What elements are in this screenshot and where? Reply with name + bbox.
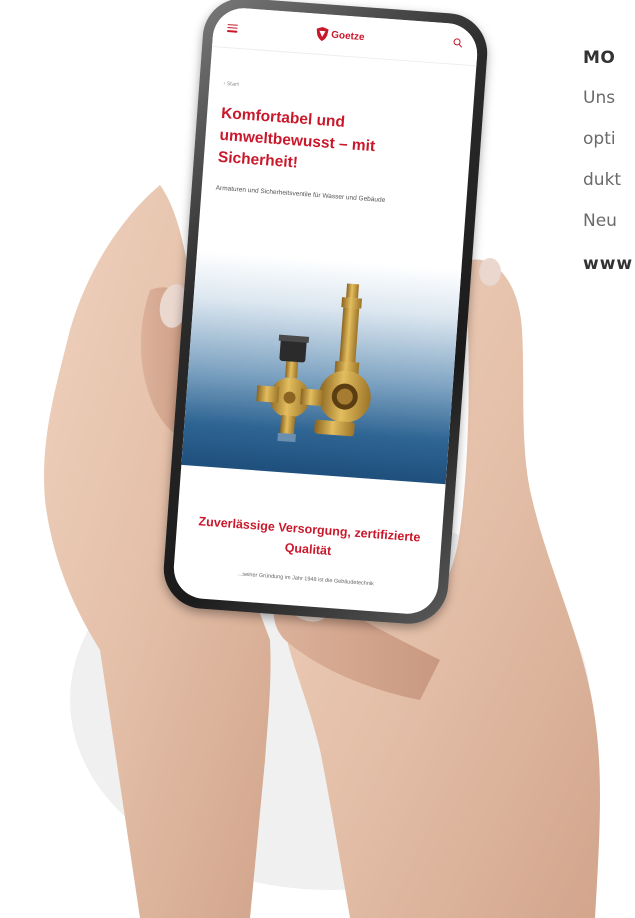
hero-title: Komfortabel und umweltbewusst – mit Sich… — [217, 104, 376, 172]
right-fingernail — [479, 258, 501, 286]
phone-frame: Goetze ‹ Start Komfortabel und umweltbew… — [160, 0, 491, 627]
section-text: ...seiner Gründung im Jahr 1948 ist die … — [237, 571, 375, 588]
valve-products-illustration — [256, 283, 371, 443]
smartphone: Goetze ‹ Start Komfortabel und umweltbew… — [160, 0, 491, 627]
logo-text: Goetze — [330, 29, 365, 43]
hero-product-image — [181, 250, 462, 485]
site-logo[interactable]: Goetze — [316, 25, 366, 46]
phone-screen: Goetze ‹ Start Komfortabel und umweltbew… — [171, 6, 480, 616]
site-header: Goetze — [212, 6, 480, 67]
photo-stage: MO Uns opti dukt Neu www Goetze ‹ Start … — [0, 0, 635, 918]
hero-subtitle: Armaturen und Sicherheitsventile für Was… — [215, 184, 386, 205]
breadcrumb[interactable]: ‹ Start — [223, 81, 239, 88]
shield-logo-icon — [316, 27, 329, 42]
section-title: Zuverlässige Versorgung, zertifizierte Q… — [198, 514, 421, 559]
hamburger-menu-icon[interactable] — [227, 24, 238, 33]
search-icon[interactable] — [453, 38, 464, 49]
safety-valve — [314, 283, 371, 437]
